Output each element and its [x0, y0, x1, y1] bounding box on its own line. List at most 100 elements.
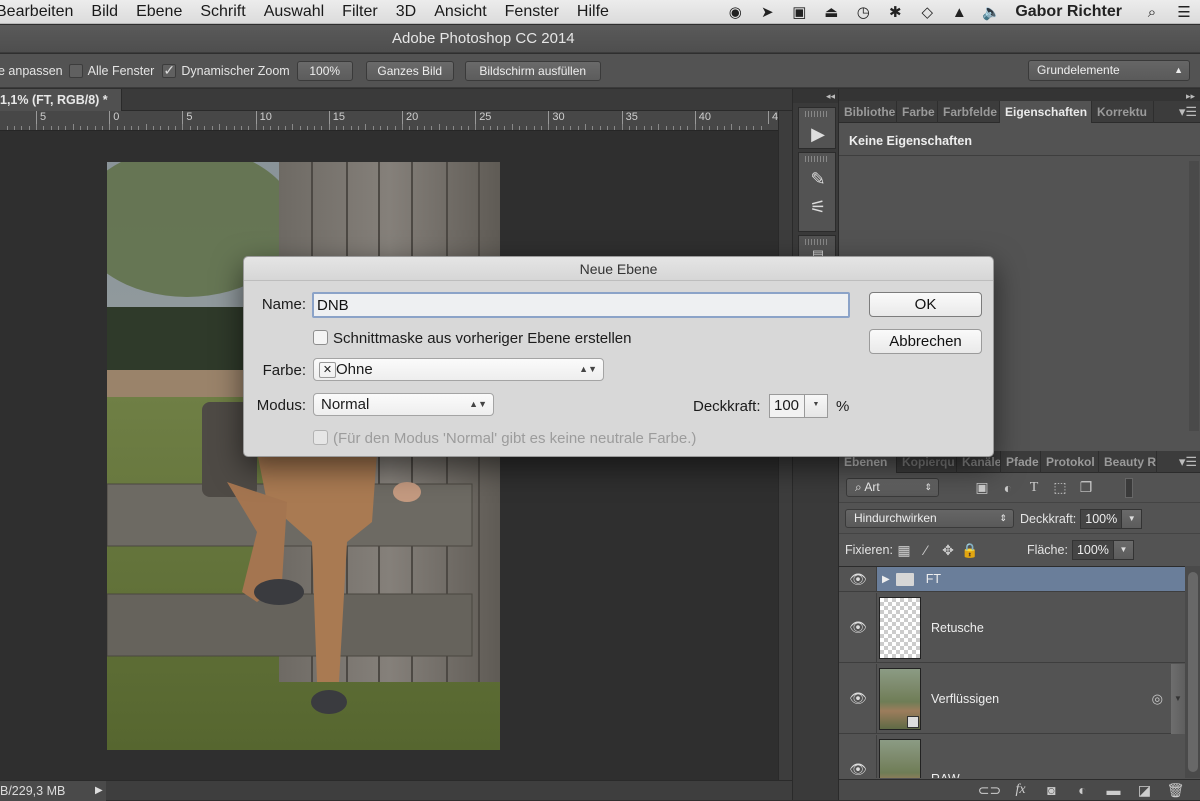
fill-screen-button[interactable]: Bildschirm ausfüllen [465, 61, 601, 81]
menu-bild[interactable]: Bild [82, 3, 127, 21]
dialog-opacity-input[interactable]: 100 [769, 394, 805, 418]
tab-farbe[interactable]: Farbe [897, 101, 938, 123]
menu-3d[interactable]: 3D [387, 3, 425, 21]
clipping-mask-checkbox[interactable] [313, 330, 328, 345]
visibility-eye-icon[interactable]: 👁 [839, 619, 877, 636]
dock-grip[interactable] [805, 111, 829, 117]
workspace-select[interactable]: Grundelemente ▲ [1028, 60, 1190, 81]
layer-name-input[interactable] [312, 292, 850, 318]
layer-body[interactable]: Retusche [876, 593, 1185, 662]
bluetooth-icon[interactable]: ✱ [879, 3, 911, 21]
horizontal-ruler[interactable]: 505101520253035404 [0, 111, 778, 131]
all-windows-option[interactable]: Alle Fenster [69, 64, 155, 78]
time-machine-icon[interactable]: ◷ [847, 3, 879, 21]
new-layer-icon[interactable]: ◪ [1129, 782, 1160, 799]
filter-effects-dropdown-icon[interactable]: ▼ [1171, 664, 1185, 734]
layers-panel-menu-icon[interactable]: ▾☰ [1179, 451, 1197, 473]
expand-triangle-icon[interactable]: ▶ [882, 574, 890, 585]
layer-filter-select[interactable]: ⌕ Art ⇕ [846, 478, 939, 497]
filter-adjustment-icon[interactable]: ◐ [995, 480, 1021, 496]
properties-scrollbar[interactable] [1189, 161, 1199, 431]
scroll-thumb[interactable] [1188, 572, 1198, 772]
search-icon[interactable]: ⌕ [1136, 4, 1168, 21]
visibility-eye-icon[interactable]: 👁 [839, 571, 877, 588]
zoom-100-button[interactable]: 100% [297, 61, 353, 81]
ok-button[interactable]: OK [869, 292, 982, 317]
layer-row-raw[interactable]: 👁 RAW [839, 735, 1185, 778]
filter-pixel-icon[interactable]: ▣ [969, 479, 995, 496]
list-icon[interactable]: ☰ [1168, 3, 1200, 21]
dynamic-zoom-checkbox[interactable] [162, 64, 176, 78]
lock-transparency-icon[interactable]: ▦ [893, 542, 915, 559]
menu-ebene[interactable]: Ebene [127, 3, 191, 21]
collapse-dock-icon[interactable]: ◂◂ [793, 89, 839, 103]
wifi-icon[interactable]: ◇ [911, 3, 943, 21]
panel-menu-icon[interactable]: ▾☰ [1179, 101, 1197, 123]
dock-grip[interactable] [805, 156, 829, 162]
fill-dropdown-icon[interactable]: ▼ [1114, 540, 1134, 560]
tab-eigenschaften[interactable]: Eigenschaften [1000, 101, 1092, 123]
filter-shape-icon[interactable]: ⬚ [1047, 479, 1073, 496]
opacity-dropdown-icon[interactable]: ▼ [1122, 509, 1142, 529]
menu-auswahl[interactable]: Auswahl [255, 3, 333, 21]
fit-screen-button[interactable]: Ganzes Bild [366, 61, 454, 81]
actions-play-icon[interactable]: ▶ [799, 120, 837, 148]
tab-pfade[interactable]: Pfade [1001, 451, 1041, 473]
adjustment-layer-icon[interactable]: ◐ [1067, 782, 1098, 798]
lock-paint-icon[interactable]: ⁄ [915, 542, 937, 558]
layer-body[interactable]: Verflüssigen ◎ ▼ [876, 664, 1185, 733]
layer-row-verfluessigen[interactable]: 👁 Verflüssigen ◎ ▼ [839, 664, 1185, 734]
layer-row-ft[interactable]: 👁 ▶ FT [839, 567, 1185, 592]
layer-body[interactable]: ▶ FT [876, 567, 1185, 591]
layer-fill-input[interactable]: 100% [1072, 540, 1114, 560]
dock-grip[interactable] [805, 239, 829, 245]
layer-body[interactable]: RAW [876, 735, 1185, 778]
document-tab[interactable]: 1,1% (FT, RGB/8) * [0, 89, 122, 111]
add-mask-icon[interactable]: ◙ [1036, 782, 1067, 798]
cancel-button[interactable]: Abbrechen [869, 329, 982, 354]
lock-all-icon[interactable]: 🔒 [959, 542, 981, 559]
blend-mode-select[interactable]: Hindurchwirken ⇕ [845, 509, 1014, 528]
volume-icon[interactable]: 🔈 [975, 3, 1007, 21]
tab-beauty-retusche[interactable]: Beauty R [1099, 451, 1157, 473]
airplay-icon[interactable]: ⏏ [815, 3, 847, 21]
display-icon[interactable]: ▣ [783, 3, 815, 21]
tab-bibliotheken[interactable]: Bibliothe [839, 101, 897, 123]
visibility-eye-icon[interactable]: 👁 [839, 761, 877, 778]
menu-filter[interactable]: Filter [333, 3, 387, 21]
visibility-eye-icon[interactable]: 👁 [839, 690, 877, 707]
menu-schrift[interactable]: Schrift [191, 3, 254, 21]
eject-icon[interactable]: ▲ [943, 4, 975, 21]
neutral-color-checkbox[interactable] [313, 430, 328, 445]
mode-select[interactable]: Normal ▲▼ [313, 393, 494, 416]
layer-row-retusche[interactable]: 👁 Retusche [839, 593, 1185, 663]
new-group-icon[interactable]: ▬ [1098, 782, 1129, 798]
clipping-mask-label[interactable]: Schnittmaske aus vorheriger Ebene erstel… [333, 330, 632, 347]
color-select[interactable]: ✕Ohne ▲▼ [313, 358, 604, 381]
fx-icon[interactable]: fx [1005, 782, 1036, 798]
tab-farbfelder[interactable]: Farbfelde [938, 101, 1000, 123]
delete-layer-icon[interactable]: 🗑 [1160, 782, 1191, 799]
all-windows-checkbox[interactable] [69, 64, 83, 78]
filter-type-icon[interactable]: T [1021, 480, 1047, 496]
dynamic-zoom-option[interactable]: Dynamischer Zoom [162, 64, 289, 78]
layer-opacity-input[interactable]: 100% [1080, 509, 1122, 529]
lock-position-icon[interactable]: ✥ [937, 542, 959, 559]
tab-korrekturen[interactable]: Korrektu [1092, 101, 1154, 123]
tab-protokoll[interactable]: Protokol [1041, 451, 1099, 473]
menu-ansicht[interactable]: Ansicht [425, 3, 495, 21]
fit-option-label[interactable]: e anpassen [0, 64, 63, 78]
filter-toggle[interactable] [1125, 478, 1133, 498]
record-icon[interactable]: ◉ [719, 3, 751, 21]
brush-presets-icon[interactable]: ✎ [799, 165, 837, 193]
opacity-dropdown-icon[interactable]: ▼ [804, 394, 828, 418]
arrows-icon[interactable]: ➤ [751, 3, 783, 21]
brush-settings-icon[interactable]: ⚟ [799, 193, 837, 221]
menu-fenster[interactable]: Fenster [496, 3, 568, 21]
menu-hilfe[interactable]: Hilfe [568, 3, 618, 21]
filter-smartobject-icon[interactable]: ❐ [1073, 479, 1099, 496]
layers-scrollbar[interactable] [1185, 566, 1200, 778]
user-name[interactable]: Gabor Richter [1007, 3, 1136, 21]
status-menu-arrow-icon[interactable]: ▶ [95, 781, 103, 801]
smart-filter-icon[interactable]: ◎ [1152, 691, 1163, 707]
